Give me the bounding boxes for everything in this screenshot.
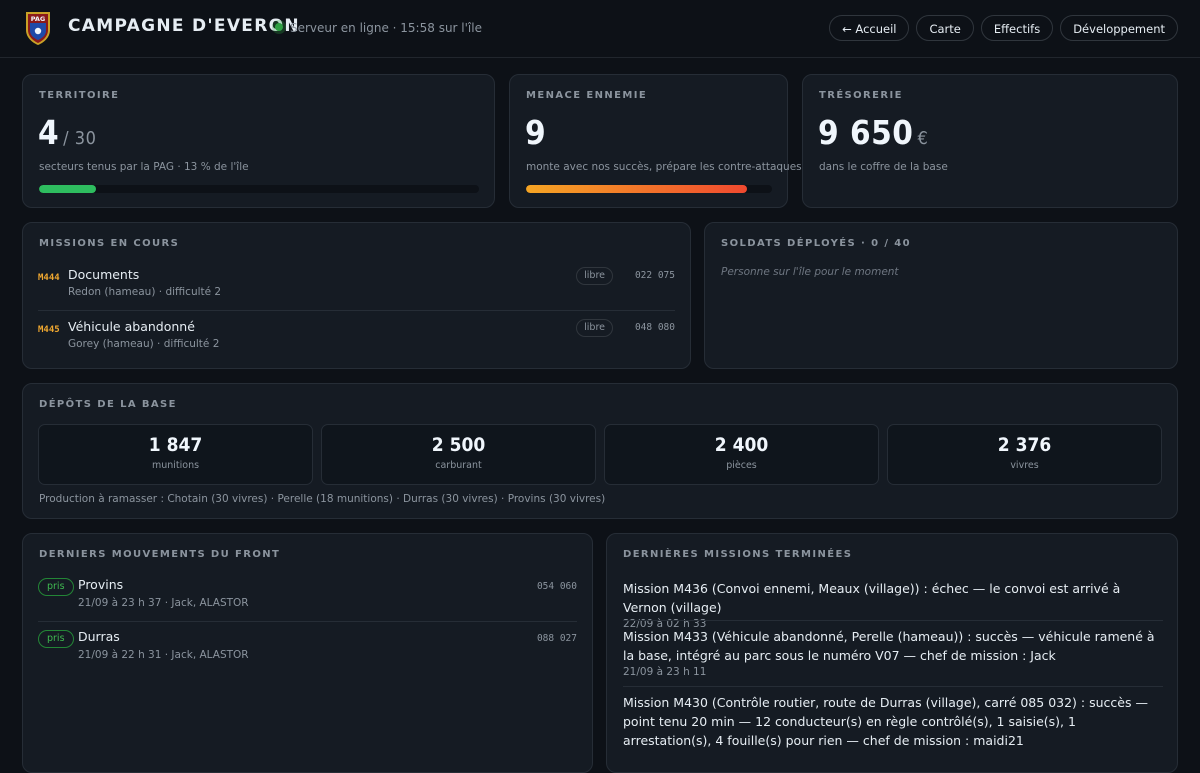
active-missions-title: MISSIONS EN COURS — [39, 238, 180, 249]
nav-map-button[interactable]: Carte — [916, 15, 974, 41]
stock-label: munitions — [151, 460, 200, 471]
mission-status-badge: libre — [576, 267, 613, 285]
threat-progress-fill — [526, 185, 748, 193]
territory-total: / 30 — [63, 128, 97, 149]
stock-food: 2 376 vivres — [887, 424, 1162, 485]
deployed-soldiers-card: SOLDATS DÉPLOYÉS · 0 / 40 Personne sur l… — [704, 222, 1178, 369]
finished-mission-date: 21/09 à 23 h 11 — [623, 666, 707, 678]
mission-row[interactable]: M445 Véhicule abandonné Gorey (hameau) ·… — [38, 310, 675, 358]
mission-grid-ref: 022 075 — [634, 270, 675, 281]
stock-fuel: 2 500 carburant — [321, 424, 596, 485]
stock-label: carburant — [435, 460, 482, 471]
territory-title: TERRITOIRE — [39, 90, 120, 101]
top-bar: PAG CAMPAGNE D'EVERON Serveur en ligne ·… — [0, 0, 1200, 58]
threat-subtitle: monte avec nos succès, prépare les contr… — [526, 161, 802, 173]
mission-name: Véhicule abandonné — [68, 319, 195, 334]
stock-value: 1 847 — [148, 434, 203, 456]
finished-missions-title: DERNIÈRES MISSIONS TERMINÉES — [623, 549, 853, 560]
territory-card: TERRITOIRE 4/ 30 secteurs tenus par la P… — [22, 74, 495, 208]
server-status: Serveur en ligne · 15:58 sur l'île — [275, 21, 482, 35]
sector-name: Provins — [78, 577, 124, 592]
nav-home-button[interactable]: ← Accueil — [829, 15, 910, 41]
base-depots-card: DÉPÔTS DE LA BASE 1 847 munitions 2 500 … — [22, 383, 1178, 519]
deployed-soldiers-title: SOLDATS DÉPLOYÉS · 0 / 40 — [721, 238, 911, 249]
finished-missions-card: DERNIÈRES MISSIONS TERMINÉES Mission M43… — [606, 533, 1178, 773]
stock-value: 2 400 — [714, 434, 769, 456]
base-depots-title: DÉPÔTS DE LA BASE — [39, 399, 177, 410]
finished-mission-text: Mission M430 (Contrôle routier, route de… — [623, 695, 1148, 748]
pag-badge-icon: PAG — [26, 12, 50, 45]
captured-badge: pris — [38, 630, 74, 648]
stock-value: 2 376 — [997, 434, 1052, 456]
threat-title: MENACE ENNEMIE — [526, 90, 648, 101]
front-grid-ref: 088 027 — [536, 633, 577, 644]
front-details: 21/09 à 22 h 31 · Jack, ALASTOR — [78, 649, 249, 661]
finished-mission-text: Mission M433 (Véhicule abandonné, Perell… — [623, 629, 1155, 663]
nav-personnel-button[interactable]: Effectifs — [980, 15, 1054, 41]
threat-progress-bar — [526, 185, 772, 193]
finished-mission-item: Mission M430 (Contrôle routier, route de… — [623, 686, 1163, 751]
front-row[interactable]: pris Durras 21/09 à 22 h 31 · Jack, ALAS… — [38, 621, 577, 669]
treasury-card: TRÉSORERIE 9 650 € dans le coffre de la b… — [802, 74, 1178, 208]
stock-label: pièces — [726, 460, 757, 471]
territory-count: 4 — [38, 113, 60, 152]
treasury-subtitle: dans le coffre de la base — [819, 161, 948, 173]
territory-progress-fill — [39, 185, 97, 193]
active-missions-card: MISSIONS EN COURS M444 Documents Redon (… — [22, 222, 691, 369]
mission-code: M444 — [38, 273, 60, 283]
sector-name: Durras — [78, 629, 120, 644]
server-status-text: Serveur en ligne · 15:58 sur l'île — [290, 21, 482, 35]
mission-row[interactable]: M444 Documents Redon (hameau) · difficul… — [38, 263, 675, 310]
stock-ammo: 1 847 munitions — [38, 424, 313, 485]
front-details: 21/09 à 23 h 37 · Jack, ALASTOR — [78, 597, 249, 609]
production-summary: Production à ramasser : Chotain (30 vivr… — [39, 493, 606, 505]
mission-details: Redon (hameau) · difficulté 2 — [68, 286, 222, 298]
empty-state-text: Personne sur l'île pour le moment — [721, 266, 899, 278]
main-nav: ← Accueil Carte Effectifs Développement — [829, 15, 1178, 41]
treasury-value: 9 650 € — [818, 113, 928, 152]
mission-grid-ref: 048 080 — [634, 322, 675, 333]
stock-label: vivres — [1010, 460, 1039, 471]
logo-text: PAG — [31, 15, 46, 23]
mission-code: M445 — [38, 325, 60, 335]
online-indicator-icon — [275, 23, 283, 31]
finished-mission-text: Mission M436 (Convoi ennemi, Meaux (vill… — [623, 581, 1121, 615]
treasury-amount: 9 650 — [818, 113, 914, 152]
front-movements-card: DERNIERS MOUVEMENTS DU FRONT pris Provin… — [22, 533, 593, 773]
nav-development-button[interactable]: Développement — [1060, 15, 1178, 41]
front-row[interactable]: pris Provins 21/09 à 23 h 37 · Jack, ALA… — [38, 574, 577, 621]
territory-subtitle: secteurs tenus par la PAG · 13 % de l'îl… — [39, 161, 249, 173]
threat-value: 9 — [525, 113, 547, 152]
mission-name: Documents — [68, 267, 140, 282]
front-grid-ref: 054 060 — [536, 581, 577, 592]
page-title: CAMPAGNE D'EVERON — [68, 16, 300, 36]
territory-value: 4/ 30 — [38, 113, 96, 152]
finished-mission-item: Mission M433 (Véhicule abandonné, Perell… — [623, 620, 1163, 678]
stock-parts: 2 400 pièces — [604, 424, 879, 485]
mission-status-badge: libre — [576, 319, 613, 337]
treasury-title: TRÉSORERIE — [819, 90, 903, 101]
threat-card: MENACE ENNEMIE 9 monte avec nos succès, … — [509, 74, 802, 208]
mission-details: Gorey (hameau) · difficulté 2 — [68, 338, 220, 350]
territory-progress-bar — [39, 185, 479, 193]
treasury-unit: € — [917, 128, 929, 149]
stock-value: 2 500 — [431, 434, 486, 456]
front-movements-title: DERNIERS MOUVEMENTS DU FRONT — [39, 549, 281, 560]
captured-badge: pris — [38, 578, 74, 596]
